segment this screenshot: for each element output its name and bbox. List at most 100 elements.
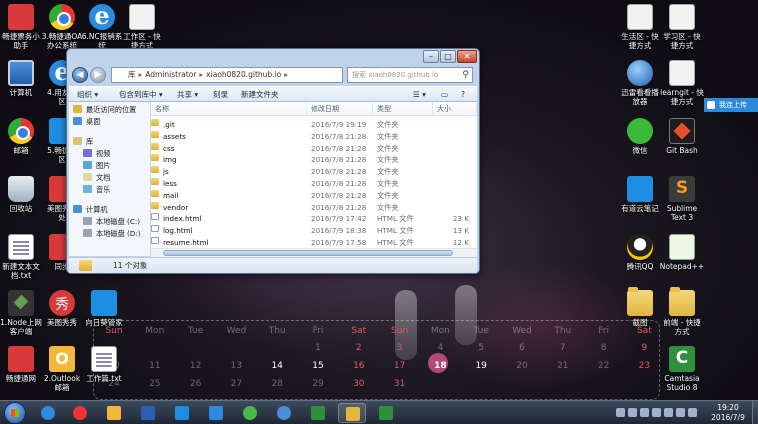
scrollbar-thumb[interactable]	[163, 250, 453, 256]
video-library-icon	[83, 149, 92, 157]
taskbar-app-button[interactable]	[202, 403, 230, 423]
nav-item[interactable]: 视频	[83, 148, 110, 160]
sync-chip[interactable]: 我连上传	[704, 98, 758, 112]
desktop-icon[interactable]: Notepad++	[650, 234, 714, 271]
file-row[interactable]: log.html 2016/7/9 18:38 HTML 文件 13 K	[151, 225, 477, 237]
file-name: js	[163, 167, 169, 177]
taskbar-app-button[interactable]	[66, 403, 94, 423]
file-row[interactable]: css 2016/7/8 21:28 文件夹	[151, 142, 477, 155]
folder-icon	[151, 154, 159, 162]
desktop-icon-label: Sublime Text 3	[666, 204, 698, 222]
nav-item[interactable]: 音乐	[83, 184, 110, 196]
show-desktop-button[interactable]	[752, 401, 758, 424]
tray-app-icon[interactable]	[640, 408, 649, 417]
address-bar[interactable]: 库 ▸ Administrator ▸ xiaoh0820.github.io ▸	[111, 67, 343, 83]
calendar-day: 4	[437, 343, 444, 353]
breadcrumb-library[interactable]: 库	[128, 70, 136, 79]
tray-app-icon[interactable]	[664, 408, 673, 417]
volume-icon[interactable]	[688, 408, 697, 417]
column-size[interactable]: 大小	[433, 102, 477, 116]
burn-button[interactable]: 刻录	[213, 87, 228, 102]
taskbar-app-button[interactable]	[236, 403, 264, 423]
status-text: 11 个对象	[113, 261, 148, 270]
file-date: 2016/7/8 21:28	[311, 202, 367, 212]
window-titlebar[interactable]: – □ ✕	[67, 49, 479, 67]
minimize-button[interactable]: –	[423, 50, 439, 63]
preview-pane-icon[interactable]: ▭	[441, 87, 448, 102]
file-row[interactable]: img 2016/7/8 21:28 文件夹	[151, 154, 477, 166]
maximize-button[interactable]: □	[440, 50, 456, 63]
nav-item-label: 本地磁盘 (D:)	[96, 229, 141, 238]
status-bar: 11 个对象	[69, 257, 477, 273]
camtasia-icon	[311, 406, 325, 420]
column-name[interactable]: 名称	[151, 102, 307, 116]
taskbar-app-button[interactable]	[304, 403, 332, 423]
search-input[interactable]: 搜索 xiaoh0820.github.io ⚲	[347, 67, 473, 83]
sunflower-icon	[209, 406, 223, 420]
nav-item-label: 桌面	[86, 117, 101, 126]
file-row[interactable]: less 2016/7/8 21:28 文件夹	[151, 178, 477, 190]
share-menu[interactable]: 共享 ▾	[177, 87, 198, 102]
folder-icon	[151, 119, 159, 126]
calendar-day: 30	[353, 379, 365, 389]
horizontal-scrollbar[interactable]	[151, 248, 477, 257]
breadcrumb-folder[interactable]: xiaoh0820.github.io	[206, 70, 281, 79]
git-bash-icon	[669, 118, 695, 144]
file-row[interactable]: assets 2016/7/8 21:28 文件夹	[151, 130, 477, 143]
file-row[interactable]: mail 2016/7/8 21:28 文件夹	[151, 189, 477, 202]
desktop-icon[interactable]: Sublime Text 3	[650, 176, 714, 222]
breadcrumb-user[interactable]: Administrator	[145, 70, 196, 79]
nav-item[interactable]: 文档	[83, 172, 110, 184]
clock[interactable]: 19:20 2016/7/9	[706, 403, 750, 423]
outlook-icon	[107, 406, 121, 420]
desktop-icon[interactable]: 工作区 - 快 捷方式	[110, 4, 174, 50]
include-in-library-menu[interactable]: 包含到库中 ▾	[119, 87, 163, 102]
calendar-day: 5	[478, 343, 485, 353]
network-icon[interactable]	[676, 408, 685, 417]
taskbar-app-button[interactable]	[372, 403, 400, 423]
taskbar-app-button[interactable]	[34, 403, 62, 423]
taskbar-app-button[interactable]	[134, 403, 162, 423]
taskbar-app-button[interactable]	[168, 403, 196, 423]
nav-item[interactable]: 计算机	[73, 204, 108, 216]
explorer-window[interactable]: – □ ✕ ◀ ▶ 库 ▸ Administrator ▸ xiaoh0820.gith…	[66, 48, 480, 274]
file-row[interactable]: vendor 2016/7/8 21:28 文件夹	[151, 201, 477, 214]
nav-item-label: 计算机	[86, 205, 108, 214]
new-folder-button[interactable]: 新建文件夹	[241, 87, 279, 102]
close-button[interactable]: ✕	[457, 50, 477, 63]
column-type[interactable]: 类型	[373, 102, 433, 116]
taskbar-app-button[interactable]	[338, 403, 366, 423]
nav-item[interactable]: 本地磁盘 (C:)	[83, 216, 140, 228]
tray-app-icon[interactable]	[628, 408, 637, 417]
nav-item[interactable]: 本地磁盘 (D:)	[83, 228, 141, 240]
tray-app-icon[interactable]	[616, 408, 625, 417]
desktop-icon[interactable]: 学习区 - 快 捷方式	[650, 4, 714, 50]
desktop-icon[interactable]: Git Bash	[650, 118, 714, 155]
organize-menu[interactable]: 组织 ▾	[77, 87, 98, 102]
file-name: index.html	[163, 214, 202, 224]
taskbar-app-button[interactable]	[270, 403, 298, 423]
view-options-icon[interactable]: ☰ ▾	[413, 87, 426, 102]
file-row[interactable]: js 2016/7/8 21:28 文件夹	[151, 166, 477, 178]
tray-app-icon[interactable]	[652, 408, 661, 417]
back-button[interactable]: ◀	[72, 67, 88, 83]
forward-button[interactable]: ▶	[90, 67, 106, 83]
nav-item[interactable]: 图片	[83, 160, 110, 172]
calendar-weekday: Mon	[145, 326, 165, 336]
taskbar-app-button[interactable]	[100, 403, 128, 423]
recent-places-icon	[73, 105, 82, 113]
file-type: 文件夹	[377, 202, 399, 212]
calendar-day: 8	[600, 343, 607, 353]
file-row[interactable]: index.html 2016/7/9 17:42 HTML 文件 23 K	[151, 213, 477, 225]
nav-item[interactable]: 库	[73, 136, 93, 148]
column-date[interactable]: 修改日期	[307, 102, 373, 116]
shortcut-doc-icon	[669, 60, 695, 86]
start-button[interactable]	[4, 402, 26, 424]
calendar-day: 26	[189, 379, 202, 389]
calendar-day: 10	[108, 361, 120, 371]
file-row[interactable]: .git 2016/7/9 19:19 文件夹	[151, 119, 477, 131]
desktop[interactable]: 畅捷票务小 助手3.畅捷通OA 办公系统6.NC报销系 统工作区 - 快 捷方式…	[0, 0, 758, 400]
nav-item[interactable]: 最近访问的位置	[73, 104, 136, 116]
help-icon[interactable]: ?	[461, 87, 465, 102]
nav-item[interactable]: 桌面	[73, 116, 100, 128]
